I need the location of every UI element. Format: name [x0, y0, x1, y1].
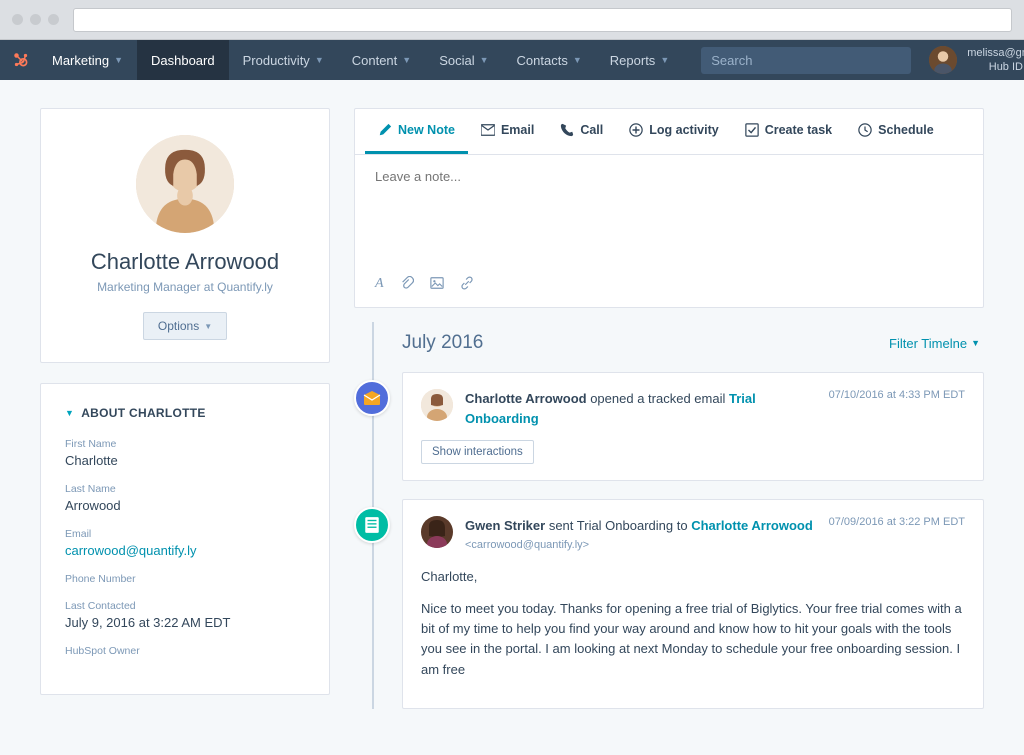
timeline: July 2016 Filter Timelne ▼ [354, 332, 984, 709]
hub-id: Hub ID: 250707 [967, 60, 1024, 74]
options-button[interactable]: Options ▼ [143, 312, 227, 340]
profile-subtitle: Marketing Manager at Quantify.ly [61, 280, 309, 294]
event-avatar [421, 516, 453, 548]
event-verb: opened a tracked email [590, 391, 725, 406]
about-card: ▼ ABOUT CHARLOTTE First Name Charlotte L… [40, 383, 330, 695]
about-field-lastname[interactable]: Last Name Arrowood [65, 483, 305, 513]
chevron-down-icon: ▼ [204, 322, 212, 331]
event-body: Charlotte, Nice to meet you today. Thank… [421, 567, 965, 680]
about-field-owner[interactable]: HubSpot Owner [65, 645, 305, 657]
event-actor: Charlotte Arrowood [465, 391, 587, 406]
user-avatar[interactable] [929, 46, 957, 74]
url-bar[interactable] [73, 8, 1012, 32]
tab-schedule[interactable]: Schedule [845, 109, 947, 154]
event-actor: Gwen Striker [465, 518, 545, 533]
email-open-icon [354, 380, 390, 416]
browser-chrome [0, 0, 1024, 40]
profile-card: Charlotte Arrowood Marketing Manager at … [40, 108, 330, 363]
attachment-icon[interactable] [400, 276, 414, 293]
event-verb: sent Trial Onboarding to [549, 518, 688, 533]
nav-primary[interactable]: Marketing ▼ [38, 40, 137, 80]
event-recipient: <carrowood@quantify.ly> [465, 537, 817, 554]
event-object[interactable]: Charlotte Arrowood [691, 518, 813, 533]
profile-name: Charlotte Arrowood [61, 249, 309, 275]
search-input[interactable] [701, 47, 911, 74]
nav-item-dashboard[interactable]: Dashboard [137, 40, 229, 80]
chevron-down-icon: ▼ [114, 55, 123, 65]
note-textarea[interactable] [375, 169, 963, 259]
action-card: New Note Email Call Log activity Create … [354, 108, 984, 308]
about-heading: ABOUT CHARLOTTE [81, 406, 206, 420]
timeline-item: Charlotte Arrowood opened a tracked emai… [402, 372, 984, 481]
tab-call[interactable]: Call [547, 109, 616, 154]
show-interactions-button[interactable]: Show interactions [421, 440, 534, 464]
tab-log-activity[interactable]: Log activity [616, 109, 731, 154]
format-text-icon[interactable]: A [375, 276, 384, 293]
about-field-firstname[interactable]: First Name Charlotte [65, 438, 305, 468]
options-label: Options [158, 319, 199, 333]
link-icon[interactable] [460, 276, 474, 293]
nav-search [701, 47, 911, 74]
tab-create-task[interactable]: Create task [732, 109, 845, 154]
timeline-item: Gwen Striker sent Trial Onboarding to Ch… [402, 499, 984, 709]
timeline-filter[interactable]: Filter Timelne ▼ [889, 336, 980, 351]
timeline-month: July 2016 [402, 332, 483, 354]
phone-icon [560, 123, 574, 137]
nav-item-productivity[interactable]: Productivity▼ [229, 40, 338, 80]
nav-item-social[interactable]: Social▼ [425, 40, 502, 80]
clock-icon [858, 123, 872, 137]
brand-logo[interactable] [12, 51, 30, 69]
note-toolbar: A [355, 276, 983, 307]
about-field-phone[interactable]: Phone Number [65, 573, 305, 585]
about-header[interactable]: ▼ ABOUT CHARLOTTE [65, 406, 305, 420]
chevron-down-icon: ▼ [660, 55, 669, 65]
chevron-down-icon: ▼ [573, 55, 582, 65]
traffic-lights [12, 14, 59, 25]
user-email: melissa@gmail.com [967, 46, 1024, 60]
chevron-down-icon: ▼ [315, 55, 324, 65]
nav-primary-label: Marketing [52, 53, 109, 68]
plus-circle-icon [629, 123, 643, 137]
event-time: 07/09/2016 at 3:22 PM EDT [829, 516, 965, 528]
checkbox-icon [745, 123, 759, 137]
chevron-down-icon: ▼ [480, 55, 489, 65]
top-nav: Marketing ▼ Dashboard Productivity▼ Conte… [0, 40, 1024, 80]
event-avatar [421, 389, 453, 421]
chevron-down-icon: ▼ [65, 408, 74, 418]
chevron-down-icon: ▼ [971, 338, 980, 348]
user-meta: melissa@gmail.com Hub ID: 250707 [967, 46, 1024, 74]
about-field-email[interactable]: Email carrowood@quantify.ly [65, 528, 305, 558]
about-field-lastcontacted[interactable]: Last Contacted July 9, 2016 at 3:22 AM E… [65, 600, 305, 630]
nav-item-content[interactable]: Content▼ [338, 40, 425, 80]
image-icon[interactable] [430, 276, 444, 293]
profile-avatar [136, 135, 234, 233]
pencil-icon [378, 123, 392, 137]
document-icon [354, 507, 390, 543]
tab-email[interactable]: Email [468, 109, 547, 154]
nav-item-contacts[interactable]: Contacts▼ [503, 40, 596, 80]
tab-new-note[interactable]: New Note [365, 109, 468, 154]
envelope-icon [481, 123, 495, 137]
event-time: 07/10/2016 at 4:33 PM EDT [829, 389, 965, 401]
nav-item-reports[interactable]: Reports▼ [596, 40, 683, 80]
chevron-down-icon: ▼ [402, 55, 411, 65]
action-tabs: New Note Email Call Log activity Create … [355, 109, 983, 155]
